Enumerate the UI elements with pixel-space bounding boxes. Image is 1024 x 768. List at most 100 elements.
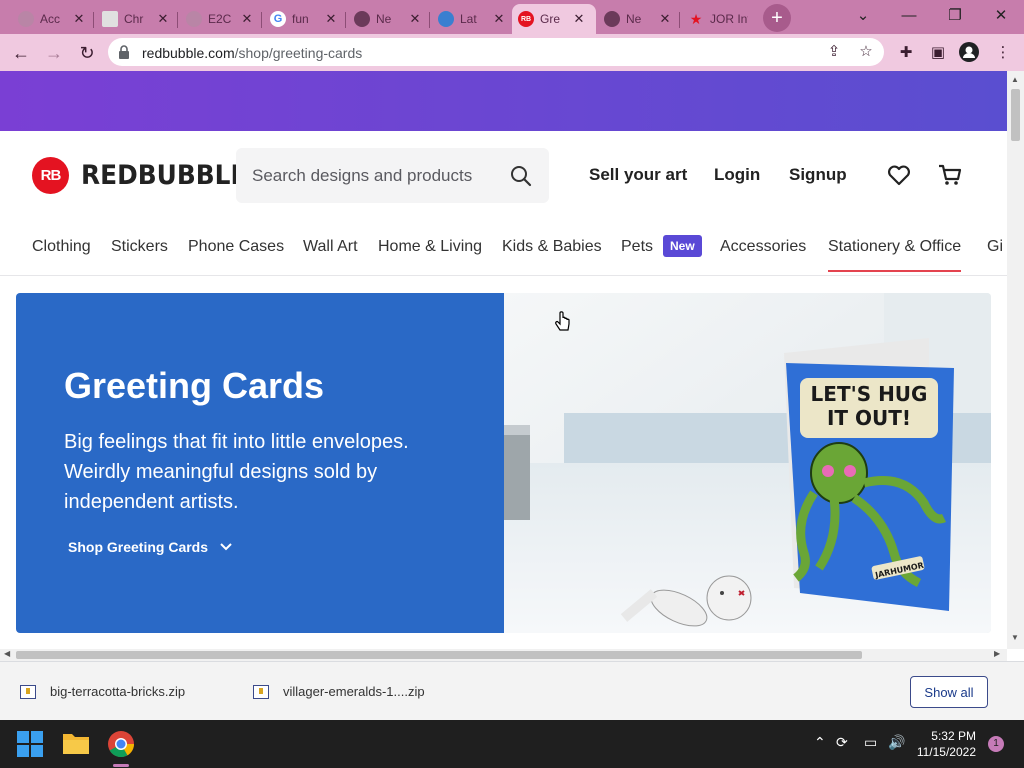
mouse-cursor-hand-icon (555, 311, 570, 331)
browser-toolbar: ← → ↻ redbubble.com/shop/greeting-cards … (0, 34, 1024, 71)
notification-badge[interactable]: 1 (988, 736, 1004, 752)
network-icon[interactable]: ▭ (864, 734, 877, 751)
show-hidden-icons-chevron-icon[interactable]: ⌃ (814, 734, 826, 751)
file-explorer-icon[interactable] (62, 731, 90, 755)
tab-favicon (18, 11, 34, 27)
nav-gifts[interactable]: Gi (987, 238, 1003, 256)
cart-icon[interactable] (937, 162, 963, 188)
close-window-button[interactable]: ✕ (978, 0, 1024, 30)
browser-tab[interactable]: Chr ✕ (96, 4, 176, 34)
redbubble-favicon: RB (518, 11, 534, 27)
profile-avatar-icon[interactable] (959, 42, 979, 62)
nav-stationery-office[interactable]: Stationery & Office (828, 238, 962, 272)
browser-menu-icon[interactable]: ⋮ (994, 44, 1012, 62)
nav-accessories[interactable]: Accessories (720, 238, 806, 256)
card-text: LET'S HUG IT OUT! (811, 382, 928, 430)
zip-file-icon (253, 684, 269, 699)
show-all-downloads-button[interactable]: Show all (910, 676, 988, 708)
logo-wordmark: REDBUBBLE (81, 160, 248, 191)
redbubble-logo[interactable]: RB REDBUBBLE (32, 157, 262, 194)
sync-icon[interactable]: ⟳ (836, 734, 848, 751)
reload-button[interactable]: ↻ (74, 40, 100, 66)
browser-tab-active[interactable]: RB Gre ✕ (512, 4, 596, 34)
scroll-left-arrow-icon[interactable]: ◀ (4, 649, 10, 658)
signup-link[interactable]: Signup (789, 165, 847, 185)
bookmark-star-icon[interactable]: ☆ (858, 44, 874, 60)
browser-tab[interactable]: Ne ✕ (348, 4, 428, 34)
tab-favicon (604, 11, 620, 27)
download-item[interactable]: big-terracotta-bricks.zip (20, 684, 185, 699)
minimize-button[interactable]: — (886, 0, 932, 30)
tab-title: Chr (124, 12, 144, 26)
tab-title: E2C (208, 12, 232, 26)
nav-home-living[interactable]: Home & Living (378, 238, 482, 256)
tab-title: JOR Int (710, 12, 748, 26)
volume-icon[interactable]: 🔊 (888, 734, 905, 751)
nav-phone-cases[interactable]: Phone Cases (188, 238, 284, 256)
nav-wall-art[interactable]: Wall Art (303, 238, 358, 256)
tab-close-icon[interactable]: ✕ (324, 11, 338, 27)
nav-clothing[interactable]: Clothing (32, 238, 91, 256)
login-link[interactable]: Login (714, 165, 760, 185)
tab-close-icon[interactable]: ✕ (572, 11, 586, 27)
logo-mark: RB (32, 157, 69, 194)
browser-tab[interactable]: E2C ✕ (180, 4, 260, 34)
windows-taskbar: ⌃ ⟳ ▭ 🔊 5:32 PM 11/15/2022 (0, 720, 1024, 768)
tab-close-icon[interactable]: ✕ (492, 11, 506, 27)
promo-banner (0, 71, 1007, 131)
sell-your-art-link[interactable]: Sell your art (589, 165, 687, 185)
star-icon: ★ (689, 10, 703, 27)
nav-kids-babies[interactable]: Kids & Babies (502, 238, 602, 256)
active-app-indicator (113, 764, 129, 767)
tab-title: Ne (376, 12, 392, 26)
tab-close-icon[interactable]: ✕ (72, 11, 86, 27)
hero-text-panel: Greeting Cards Big feelings that fit int… (16, 293, 504, 633)
tab-close-icon[interactable]: ✕ (156, 11, 170, 27)
clock-time: 5:32 PM (931, 729, 976, 743)
address-bar[interactable]: redbubble.com/shop/greeting-cards ⇪ ☆ (108, 38, 884, 66)
share-icon[interactable]: ⇪ (826, 44, 842, 60)
heart-icon[interactable] (886, 162, 912, 188)
search-icon[interactable] (510, 165, 532, 187)
zip-file-icon (20, 684, 36, 699)
browser-tab[interactable]: G fun ✕ (264, 4, 344, 34)
download-filename: big-terracotta-bricks.zip (50, 684, 186, 699)
windows-start-icon[interactable] (17, 731, 43, 757)
scroll-down-arrow-icon[interactable]: ▼ (1011, 633, 1019, 642)
browser-tab[interactable]: Ne ✕ (598, 4, 678, 34)
nav-pets[interactable]: Pets (621, 238, 653, 256)
tab-close-icon[interactable]: ✕ (240, 11, 254, 27)
extensions-icon[interactable]: ✚ (897, 44, 915, 62)
system-clock[interactable]: 5:32 PM 11/15/2022 (912, 728, 976, 760)
search-box[interactable]: Search designs and products (236, 148, 549, 203)
tab-close-icon[interactable]: ✕ (408, 11, 422, 27)
new-tab-button[interactable]: + (763, 4, 791, 32)
download-filename: villager-emeralds-1....zip (283, 684, 425, 699)
vertical-scrollbar[interactable]: ▲ ▼ (1007, 71, 1024, 649)
tab-close-icon[interactable]: ✕ (658, 11, 672, 27)
hero-banner: Greeting Cards Big feelings that fit int… (16, 293, 991, 633)
browser-tab[interactable]: Acc ✕ (12, 4, 92, 34)
restore-button[interactable]: ❐ (932, 0, 978, 30)
chrome-icon[interactable] (107, 730, 135, 758)
forward-button[interactable]: → (41, 40, 67, 66)
vertical-scroll-thumb[interactable] (1011, 89, 1020, 141)
scroll-right-arrow-icon[interactable]: ▶ (994, 649, 1000, 658)
tab-search-icon[interactable]: ⌄ (840, 0, 886, 30)
back-button[interactable]: ← (8, 40, 34, 66)
tab-title: Acc (40, 12, 61, 26)
cta-label: Shop Greeting Cards (68, 539, 209, 555)
download-item[interactable]: villager-emeralds-1....zip (253, 684, 425, 699)
nav-stickers[interactable]: Stickers (111, 238, 168, 256)
horizontal-scroll-thumb[interactable] (16, 651, 862, 659)
url-text: redbubble.com/shop/greeting-cards (142, 45, 363, 61)
side-panel-icon[interactable]: ▣ (929, 44, 947, 62)
horizontal-scrollbar[interactable]: ◀ ▶ (0, 649, 1007, 661)
shop-greeting-cards-button[interactable]: Shop Greeting Cards (68, 539, 232, 555)
scroll-up-arrow-icon[interactable]: ▲ (1011, 75, 1019, 84)
browser-tab[interactable]: Lat ✕ (432, 4, 512, 34)
clock-date: 11/15/2022 (916, 745, 976, 759)
svg-text:IT OUT!: IT OUT! (827, 406, 911, 430)
browser-tab[interactable]: ★ JOR Int (682, 4, 762, 34)
greeting-card-photo: LET'S HUG IT OUT! JARHUMOR (504, 293, 991, 633)
